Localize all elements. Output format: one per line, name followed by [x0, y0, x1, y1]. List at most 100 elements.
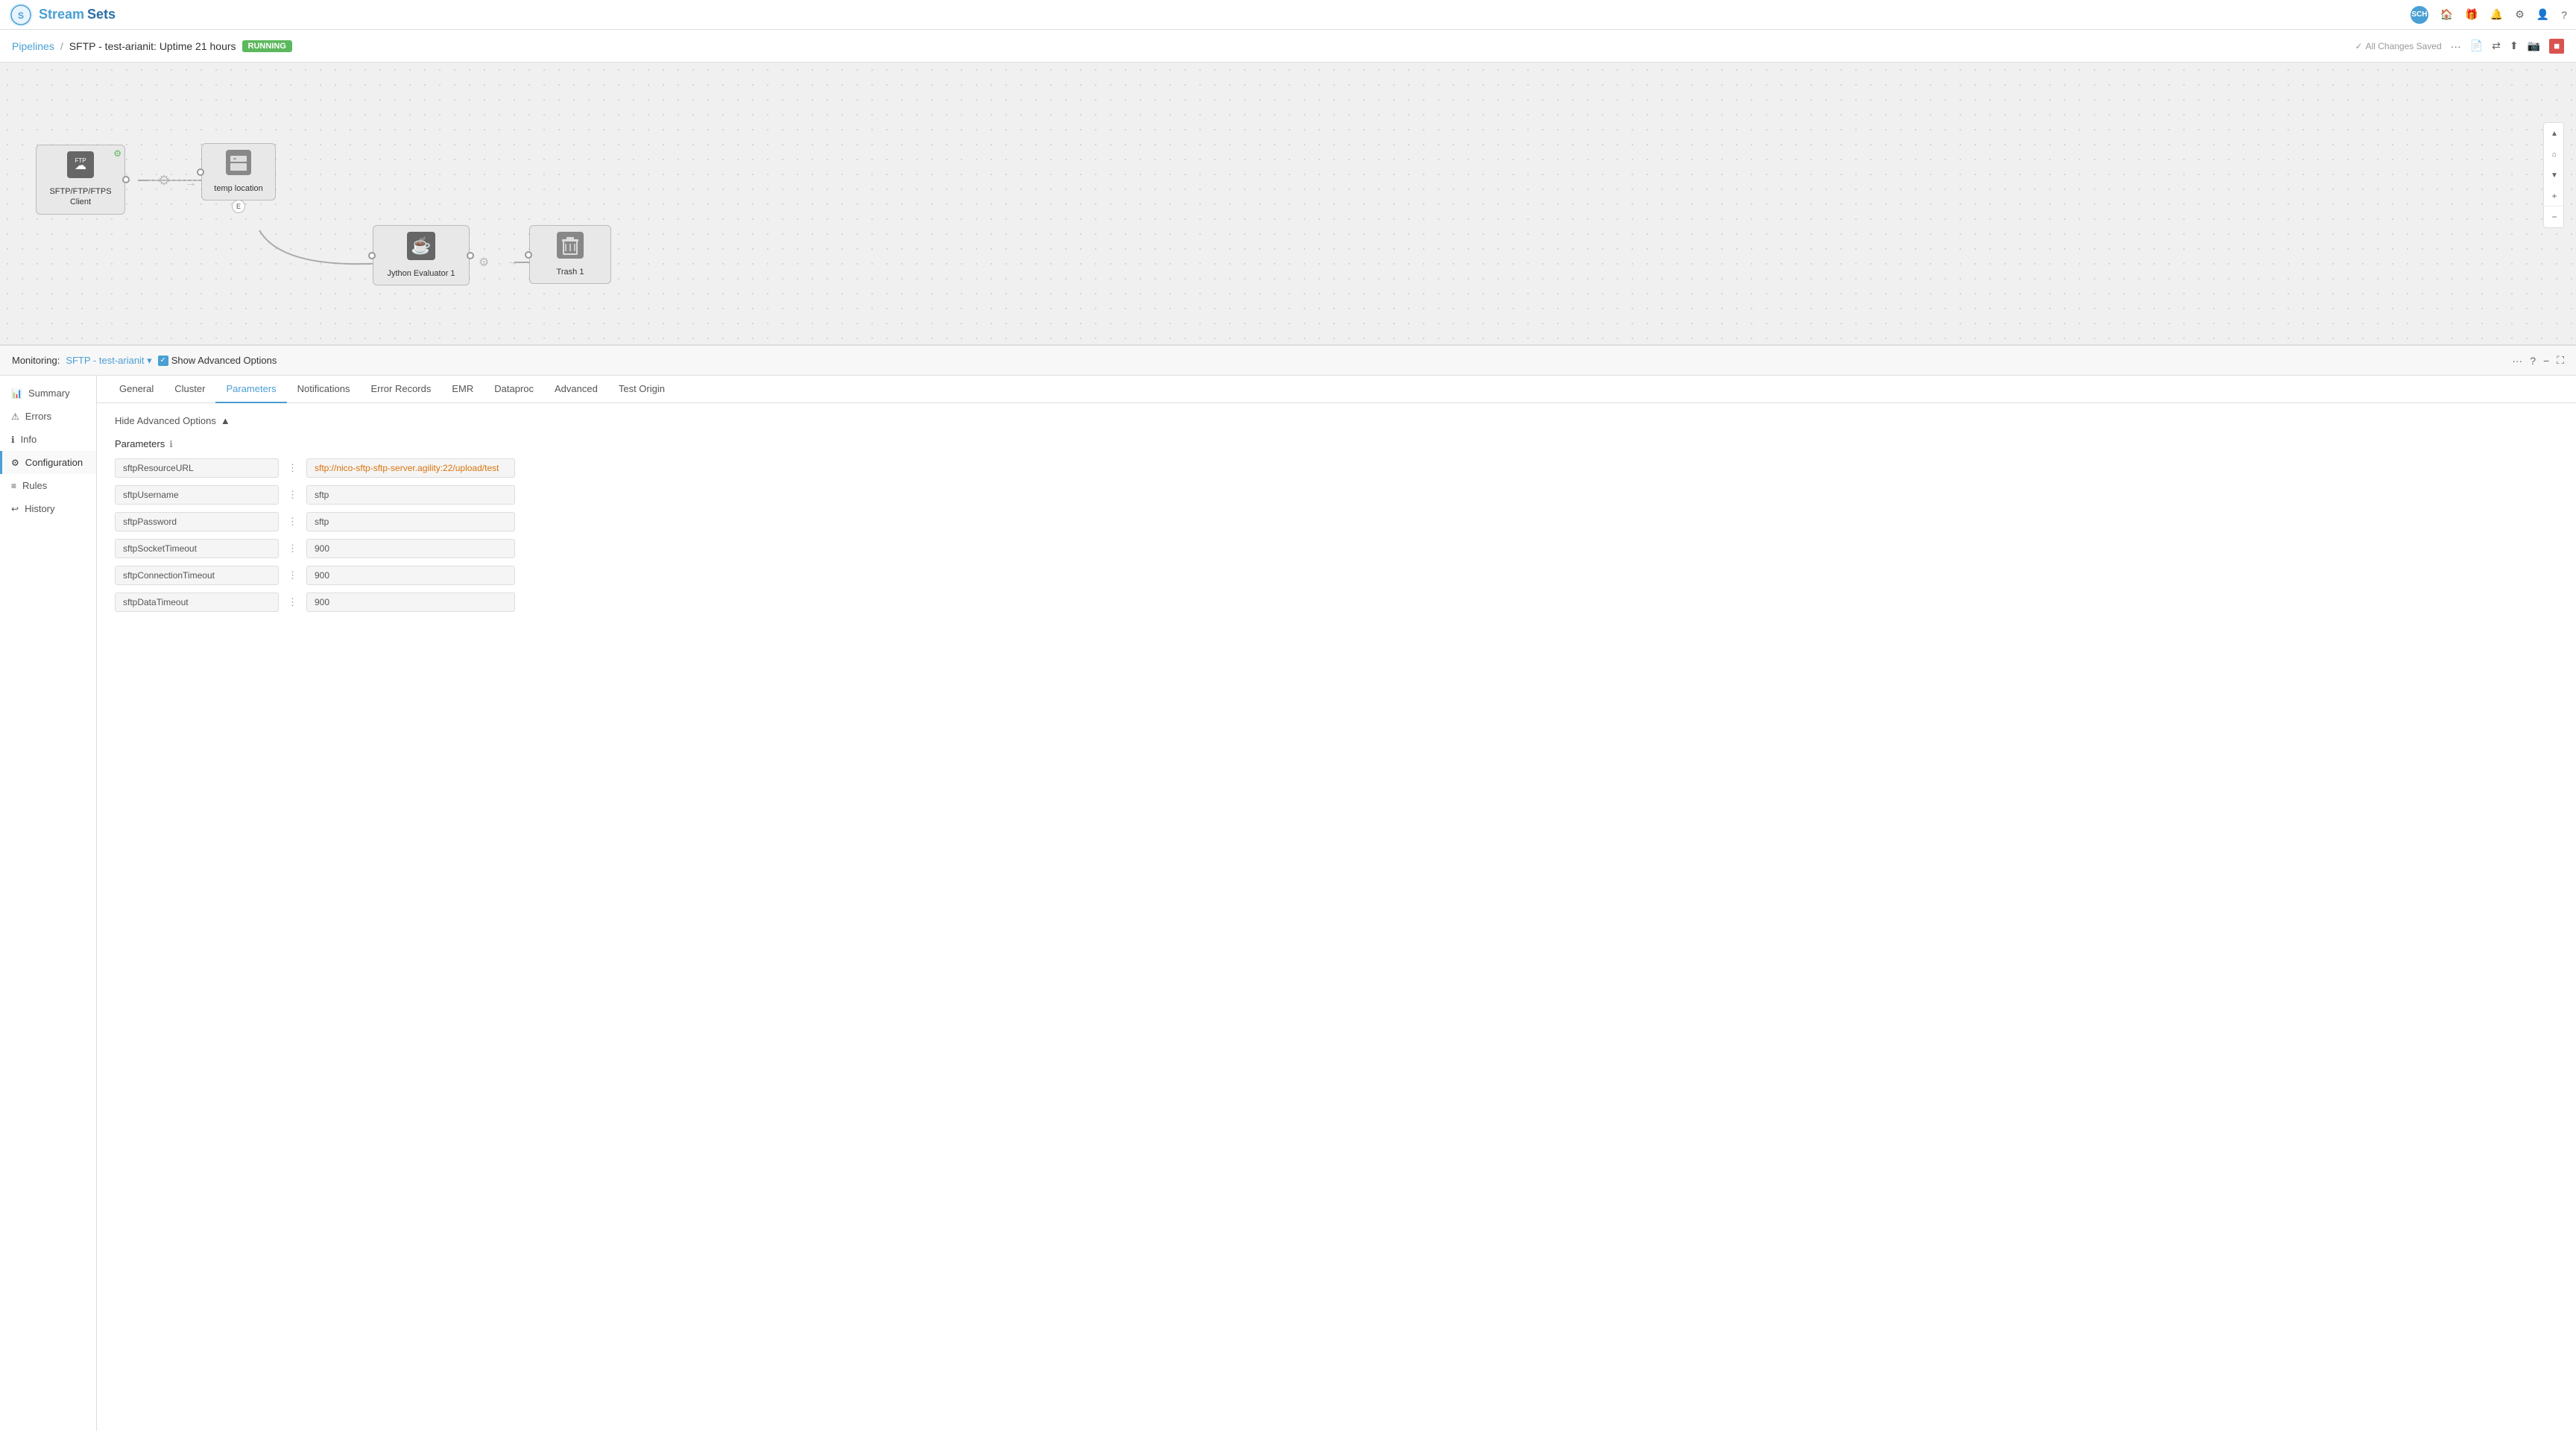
settings-icon[interactable]: ⚙ — [2515, 8, 2525, 21]
hide-advanced-label: Hide Advanced Options — [115, 415, 216, 426]
camera-icon[interactable]: 📷 — [2528, 40, 2540, 52]
share-icon[interactable]: ⬆ — [2510, 40, 2519, 52]
tab-cluster[interactable]: Cluster — [164, 376, 215, 403]
param-val-input-4[interactable] — [306, 566, 515, 585]
svg-text:S: S — [18, 10, 24, 21]
breadcrumb: Pipelines / SFTP - test-arianit: Uptime … — [12, 40, 292, 52]
tab-dataproc[interactable]: Dataproc — [484, 376, 544, 403]
gear-indicator: ⚙ — [113, 148, 121, 159]
tab-error-records[interactable]: Error Records — [360, 376, 441, 403]
pipeline-connections — [0, 63, 2576, 344]
jython-gear-icon: ⚙ — [479, 255, 489, 270]
param-row-menu-0[interactable]: ⋮ — [285, 462, 300, 474]
param-key-input-3[interactable] — [115, 539, 279, 558]
trash-left-connector — [525, 251, 532, 259]
svg-text:FTP: FTP — [75, 157, 86, 164]
param-row-menu-1[interactable]: ⋮ — [285, 489, 300, 501]
sftp-label: SFTP/FTP/FTPSClient — [42, 186, 119, 208]
param-val-input-3[interactable] — [306, 539, 515, 558]
pipeline-title: SFTP - test-arianit: Uptime 21 hours — [69, 40, 236, 52]
param-row-menu-3[interactable]: ⋮ — [285, 543, 300, 555]
more-options-icon[interactable]: ··· — [2451, 40, 2461, 52]
monitoring-pipeline-name[interactable]: SFTP - test-arianit ▾ — [66, 355, 151, 367]
help-icon[interactable]: ? — [2561, 9, 2567, 21]
tabs-row: GeneralClusterParametersNotificationsErr… — [97, 376, 2576, 403]
gift-icon[interactable]: 🎁 — [2465, 8, 2478, 21]
jython-left-connector — [368, 252, 376, 259]
zoom-controls: ▲ ◀ ⌂ ▶ ▼ + − — [2543, 122, 2564, 228]
tab-advanced[interactable]: Advanced — [544, 376, 608, 403]
tab-parameters[interactable]: Parameters — [215, 376, 286, 403]
show-advanced-checkbox[interactable]: ✓ Show Advanced Options — [158, 355, 277, 366]
tab-test-origin[interactable]: Test Origin — [608, 376, 675, 403]
logo-icon: S — [9, 3, 33, 27]
sidebar-icon-summary: 📊 — [11, 388, 22, 399]
check-icon: ✓ — [2355, 41, 2363, 51]
help-button[interactable]: ? — [2530, 355, 2536, 367]
param-row-1: ⋮ — [115, 485, 2558, 505]
tab-notifications[interactable]: Notifications — [287, 376, 361, 403]
params-info-icon[interactable]: ℹ — [169, 439, 173, 449]
jython-node[interactable]: ☕ Jython Evaluator 1 — [373, 225, 470, 285]
checkbox-icon: ✓ — [158, 356, 168, 366]
pan-down-button[interactable]: ▼ — [2544, 165, 2564, 186]
jython-arrow-icon: → — [507, 255, 519, 268]
sidebar-icon-errors: ⚠ — [11, 411, 19, 422]
param-key-input-1[interactable] — [115, 485, 279, 505]
param-key-input-0[interactable] — [115, 458, 279, 478]
nav-right: SCH 🏠 🎁 🔔 ⚙ 👤 ? — [2411, 6, 2567, 24]
sidebar-item-summary[interactable]: 📊Summary — [0, 382, 96, 405]
shuffle-icon[interactable]: ⇄ — [2492, 40, 2501, 52]
notification-icon[interactable]: 🔔 — [2490, 8, 2503, 21]
hide-advanced-options-toggle[interactable]: Hide Advanced Options ▲ — [115, 415, 2558, 426]
param-val-input-0[interactable] — [306, 458, 515, 478]
param-val-input-5[interactable] — [306, 593, 515, 612]
param-val-input-2[interactable] — [306, 512, 515, 531]
monitoring-header-right: ··· ? − ⛶ — [2512, 354, 2564, 367]
jython-label: Jython Evaluator 1 — [379, 268, 463, 279]
pipelines-link[interactable]: Pipelines — [12, 40, 54, 52]
jython-icon: ☕ — [379, 232, 463, 265]
params-section-header: Parameters ℹ — [115, 438, 2558, 449]
param-key-input-5[interactable] — [115, 593, 279, 612]
sidebar-item-history[interactable]: ↩History — [0, 497, 96, 520]
minimize-button[interactable]: − — [2543, 355, 2549, 367]
temp-location-node[interactable]: temp location E — [201, 143, 276, 200]
param-val-input-1[interactable] — [306, 485, 515, 505]
sch-badge: SCH — [2411, 6, 2428, 24]
pipeline-status-badge: RUNNING — [242, 40, 292, 52]
monitoring-main-content: GeneralClusterParametersNotificationsErr… — [97, 376, 2576, 1431]
tab-general[interactable]: General — [109, 376, 164, 403]
tab-emr[interactable]: EMR — [441, 376, 484, 403]
param-row-3: ⋮ — [115, 539, 2558, 558]
sidebar-icon-info: ℹ — [11, 435, 15, 445]
sidebar-item-info[interactable]: ℹInfo — [0, 428, 96, 451]
monitoring-header: Monitoring: SFTP - test-arianit ▾ ✓ Show… — [0, 346, 2576, 376]
param-row-menu-5[interactable]: ⋮ — [285, 596, 300, 608]
more-options-button[interactable]: ··· — [2512, 355, 2522, 367]
home-icon[interactable]: 🏠 — [2440, 8, 2453, 21]
pipeline-header: Pipelines / SFTP - test-arianit: Uptime … — [0, 30, 2576, 63]
user-icon[interactable]: 👤 — [2536, 8, 2549, 21]
stop-button[interactable]: ■ — [2549, 39, 2564, 54]
param-row-menu-4[interactable]: ⋮ — [285, 569, 300, 581]
monitoring-panel: Monitoring: SFTP - test-arianit ▾ ✓ Show… — [0, 346, 2576, 1431]
breadcrumb-separator: / — [60, 40, 63, 52]
monitoring-label: Monitoring: — [12, 355, 60, 366]
zoom-out-button[interactable]: − — [2544, 206, 2564, 227]
sidebar-item-errors[interactable]: ⚠Errors — [0, 405, 96, 428]
param-key-input-4[interactable] — [115, 566, 279, 585]
sidebar-item-configuration[interactable]: ⚙Configuration — [0, 451, 96, 474]
fullscreen-button[interactable]: ⛶ — [2557, 354, 2564, 367]
params-content: Hide Advanced Options ▲ Parameters ℹ ⋮ ⋮… — [97, 403, 2576, 631]
nav-left: S StreamSets — [9, 3, 116, 27]
document-icon[interactable]: 📄 — [2470, 40, 2483, 52]
param-row-menu-2[interactable]: ⋮ — [285, 516, 300, 528]
home-view-button[interactable]: ⌂ — [2544, 144, 2564, 165]
zoom-in-button[interactable]: + — [2544, 186, 2564, 206]
sidebar-item-rules[interactable]: ≡Rules — [0, 474, 96, 497]
param-key-input-2[interactable] — [115, 512, 279, 531]
trash-node[interactable]: Trash 1 — [529, 225, 611, 284]
pan-up-button[interactable]: ▲ — [2544, 123, 2564, 144]
sftp-node[interactable]: ⚙ ☁ FTP SFTP/FTP/FTPSClient — [36, 145, 125, 215]
